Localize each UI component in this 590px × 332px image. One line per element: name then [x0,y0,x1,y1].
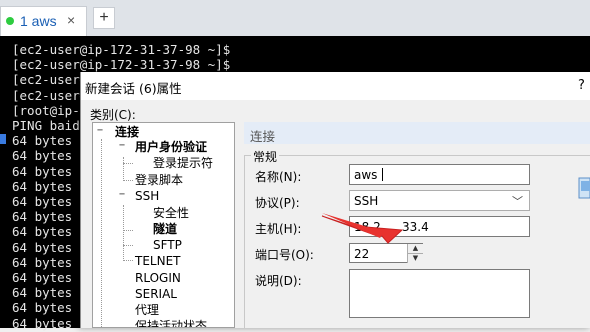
annotation-arrow-icon [321,213,404,244]
